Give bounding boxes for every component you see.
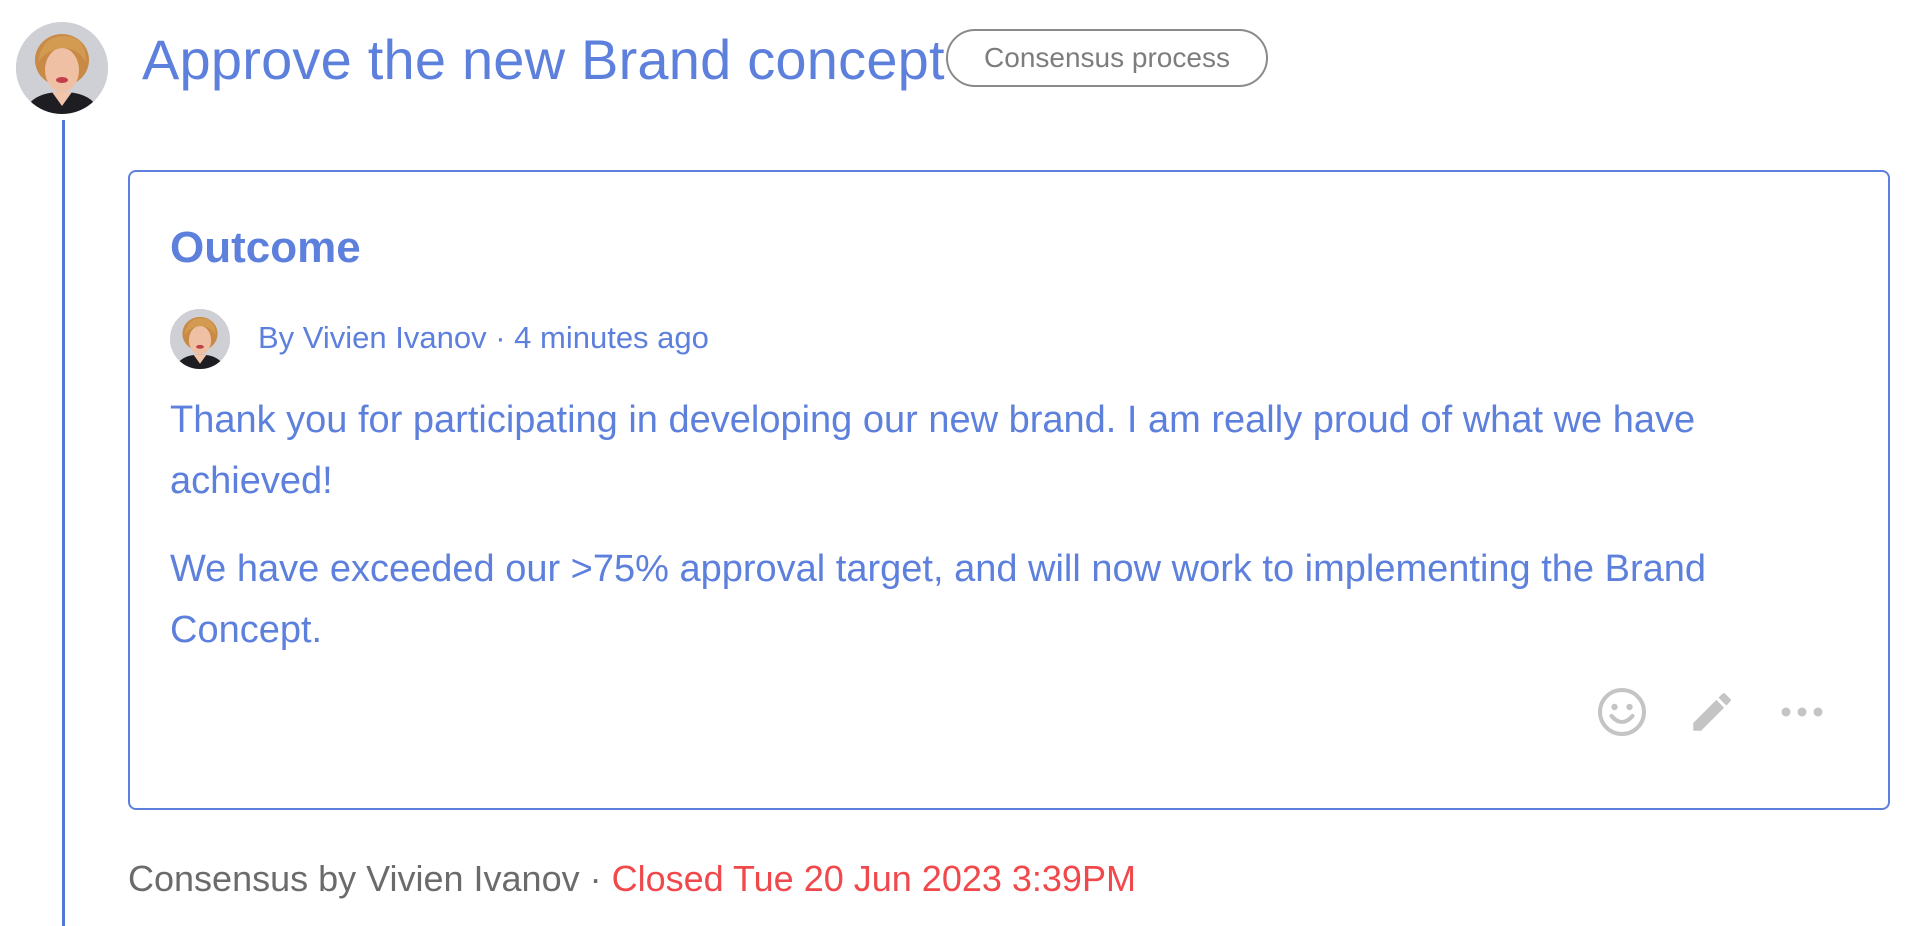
edit-icon[interactable] — [1682, 682, 1742, 742]
closed-status: Closed Tue 20 Jun 2023 3:39PM — [611, 858, 1136, 899]
thread-footer: Consensus by Vivien Ivanov · Closed Tue … — [128, 856, 1136, 902]
card-actions — [1562, 682, 1832, 742]
outcome-card: Outcome By Vivien Ivanov · 4 minutes ago… — [128, 170, 1890, 810]
more-options-icon[interactable] — [1772, 682, 1832, 742]
thread-line — [62, 120, 65, 926]
outcome-author-avatar[interactable] — [170, 309, 230, 369]
outcome-heading: Outcome — [170, 223, 361, 272]
thread-title: Approve the new Brand concept — [142, 28, 945, 91]
process-badge[interactable]: Consensus process — [946, 29, 1268, 87]
outcome-paragraph: Thank you for participating in developin… — [170, 399, 1696, 502]
avatar-portrait — [16, 22, 108, 114]
emoji-reaction-icon[interactable] — [1592, 682, 1652, 742]
author-avatar[interactable] — [16, 22, 108, 114]
outcome-paragraph: We have exceeded our >75% approval targe… — [170, 548, 1707, 651]
footer-author: Consensus by Vivien Ivanov · — [128, 858, 612, 899]
outcome-byline[interactable]: By Vivien Ivanov · 4 minutes ago — [258, 318, 709, 358]
thread-page: Approve the new Brand concept Consensus … — [0, 0, 1928, 926]
avatar-portrait — [170, 309, 230, 369]
